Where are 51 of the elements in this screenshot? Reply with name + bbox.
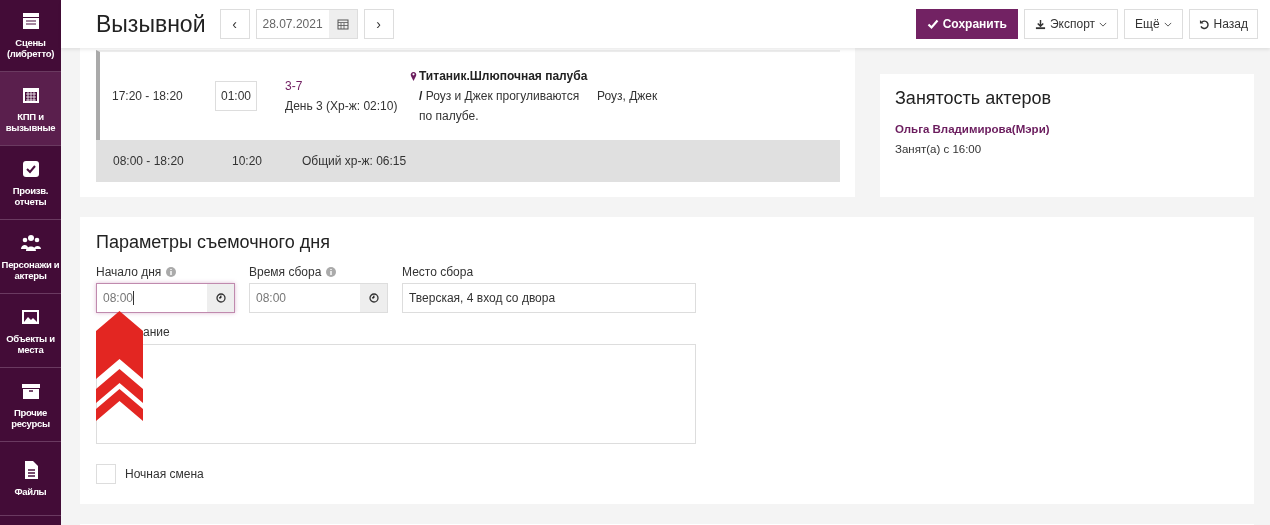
next-day-button[interactable]: › (363, 9, 394, 39)
actor-status: Занят(а) с 16:00 (895, 143, 983, 155)
more-button[interactable]: Ещё (1124, 9, 1183, 39)
checkbox-icon (20, 158, 41, 179)
clapperboard-icon (20, 10, 41, 31)
field-label: Место сбора (402, 265, 474, 279)
sidebar-item[interactable]: Объекты и места (0, 294, 61, 368)
gathering-place-field[interactable]: Тверская, 4 вход со двора (402, 283, 696, 313)
gathering-time-field[interactable]: 08:00 (249, 283, 388, 313)
time-range: 17:20 - 18:20 (111, 88, 184, 105)
section-title: Параметры съемочного дня (96, 232, 331, 253)
sidebar-item[interactable]: Произв. отчеты (0, 146, 61, 220)
previous-day-button[interactable]: ‹ (219, 9, 250, 39)
start-time-field[interactable]: 08:00 (96, 283, 235, 313)
date-field[interactable]: 28.07.2021 (255, 9, 358, 39)
field-label: ание (143, 325, 170, 339)
total-time-range: 08:00 - 18:20 (112, 154, 185, 168)
section-title: Занятость актеров (895, 88, 1052, 109)
scene-location: Титаник.Шлюпочная палуба / Роуз и Джек прогуливаются по палубе. (419, 68, 589, 125)
checkmark-icon (926, 18, 939, 30)
checkbox[interactable] (96, 464, 116, 484)
sidebar-item[interactable]: КПП и вызывные (0, 72, 61, 146)
info-icon (326, 267, 337, 277)
clock-icon (215, 293, 226, 303)
clock-icon (368, 293, 379, 303)
actor-link[interactable]: Ольга Владимирова(Мэри) (895, 123, 1239, 135)
note-textarea[interactable] (96, 344, 696, 444)
undo-icon (1198, 18, 1210, 30)
scene-characters: Роуз, Джек (597, 88, 659, 105)
checkbox-label: Ночная смена (125, 467, 204, 481)
field-label: Начало дня (96, 265, 162, 279)
save-button[interactable]: Сохранить (915, 9, 1018, 39)
total-timing: Общий хр-ж: 06:15 (302, 154, 408, 168)
field-label: Время сбора (249, 265, 322, 279)
back-button[interactable]: Назад (1188, 9, 1258, 39)
caret-icon (1163, 21, 1172, 27)
sidebar-item[interactable]: Прочие ресурсы (0, 368, 61, 442)
caret-icon (1099, 21, 1108, 27)
people-icon (20, 232, 41, 253)
calendar-icon (336, 18, 349, 30)
scene-number: 3-7 (285, 78, 304, 95)
download-icon (1034, 18, 1046, 30)
sidebar-item[interactable]: Файлы (0, 442, 61, 516)
map-pin-icon (410, 71, 417, 81)
total-duration: 10:20 (231, 154, 264, 168)
export-button[interactable]: Экспорт (1023, 9, 1119, 39)
duration-field: 01:00 (215, 81, 258, 111)
info-icon (166, 267, 177, 277)
page-title: Вызывной (96, 10, 206, 38)
scene-day: День 3 (Хр-ж: 02:10) (285, 96, 410, 116)
sidebar-item[interactable]: Персонажи и актеры (0, 220, 61, 294)
